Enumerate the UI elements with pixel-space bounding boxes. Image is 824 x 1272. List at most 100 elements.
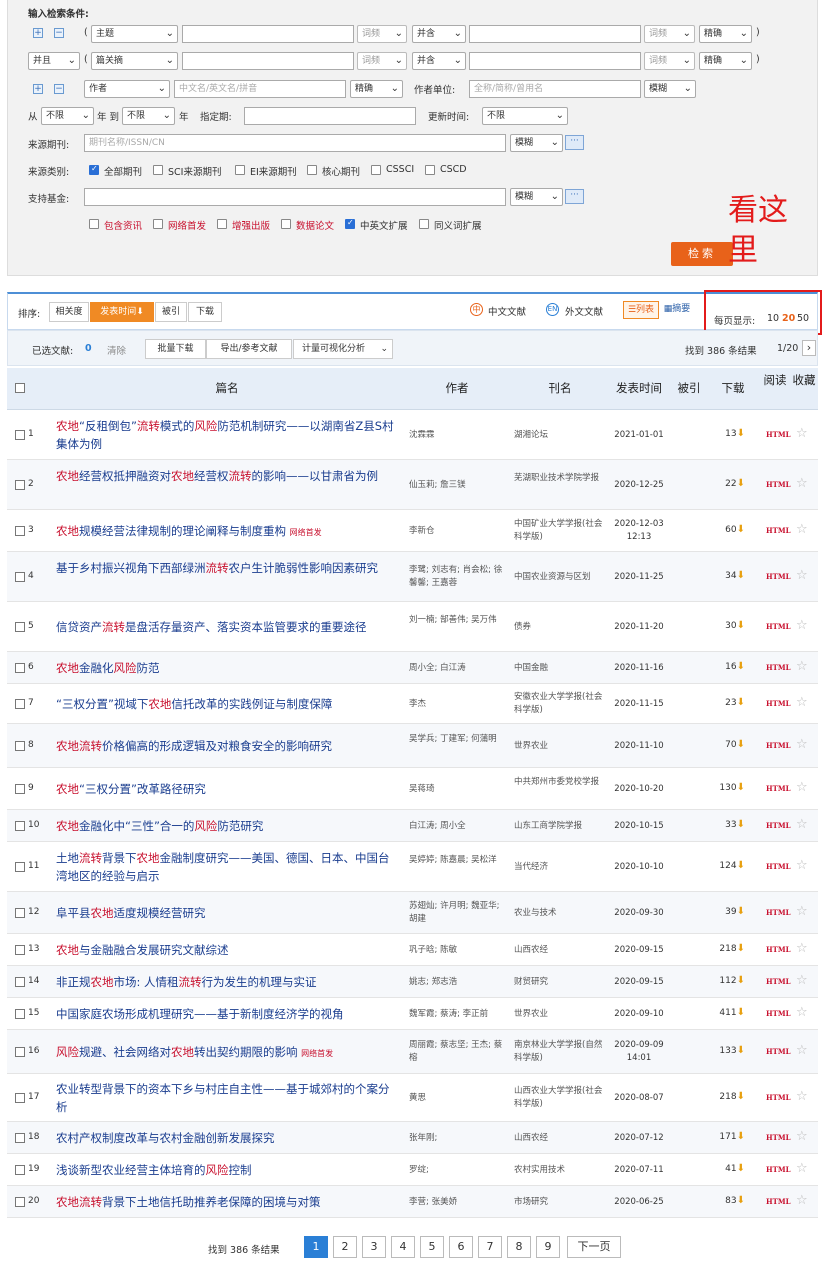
html-read-link[interactable]: HTML	[766, 1197, 791, 1206]
page-5-button[interactable]: 5	[420, 1236, 444, 1258]
op-select-2[interactable]: 并含 ⌄	[412, 52, 466, 70]
row-checkbox[interactable]	[15, 430, 25, 440]
download-count[interactable]: 33⬇	[707, 819, 745, 830]
download-icon[interactable]: ⬇	[737, 1131, 745, 1142]
favorite-star-icon[interactable]: ☆	[796, 695, 808, 710]
article-title-link[interactable]: 农地“三权分置”改革路径研究	[56, 780, 400, 798]
freq-select-1[interactable]: 词频 ⌄	[357, 25, 407, 43]
journal-link[interactable]: 世界农业	[514, 1008, 606, 1021]
row-checkbox[interactable]	[15, 1093, 25, 1103]
html-read-link[interactable]: HTML	[766, 622, 791, 631]
article-title-link[interactable]: 中国家庭农场形成机理研究——基于新制度经济学的视角	[56, 1005, 400, 1023]
author-link[interactable]: 巩子晗; 陈敏	[409, 944, 505, 957]
cb-core[interactable]	[307, 165, 317, 175]
download-icon[interactable]: ⬇	[737, 661, 745, 672]
favorite-star-icon[interactable]: ☆	[796, 476, 808, 491]
html-read-link[interactable]: HTML	[766, 1047, 791, 1056]
fund-more-icon[interactable]: ···	[565, 189, 584, 204]
cb-enhanced[interactable]	[217, 219, 227, 229]
journal-link[interactable]: 湖湘论坛	[514, 429, 606, 442]
add-row-icon[interactable]: +	[33, 28, 43, 38]
author-link[interactable]: 白江涛; 周小全	[409, 820, 505, 833]
remove-author-icon[interactable]: −	[54, 84, 64, 94]
journal-link[interactable]: 山西农经	[514, 944, 606, 957]
row-checkbox[interactable]	[15, 1197, 25, 1207]
row-checkbox[interactable]	[15, 663, 25, 673]
to-year-select[interactable]: 不限 ⌄	[122, 107, 175, 125]
from-year-select[interactable]: 不限 ⌄	[41, 107, 94, 125]
article-title-link[interactable]: 非正规农地市场: 人情租流转行为发生的机理与实证	[56, 973, 400, 991]
favorite-star-icon[interactable]: ☆	[796, 618, 808, 633]
favorite-star-icon[interactable]: ☆	[796, 1129, 808, 1144]
article-title-link[interactable]: 土地流转背景下农地金融制度研究——美国、德国、日本、中国台湾地区的经验与启示	[56, 849, 400, 885]
cb-cssci[interactable]	[371, 165, 381, 175]
html-read-link[interactable]: HTML	[766, 430, 791, 439]
unit-input[interactable]: 全称/简称/曾用名	[469, 80, 641, 98]
row-checkbox[interactable]	[15, 1047, 25, 1057]
row-checkbox[interactable]	[15, 1165, 25, 1175]
journal-link[interactable]: 农村实用技术	[514, 1164, 606, 1177]
favorite-star-icon[interactable]: ☆	[796, 659, 808, 674]
html-read-link[interactable]: HTML	[766, 977, 791, 986]
download-count[interactable]: 83⬇	[707, 1195, 745, 1206]
html-read-link[interactable]: HTML	[766, 699, 791, 708]
download-icon[interactable]: ⬇	[737, 906, 745, 917]
download-count[interactable]: 124⬇	[707, 860, 745, 871]
html-read-link[interactable]: HTML	[766, 741, 791, 750]
page-8-button[interactable]: 8	[507, 1236, 531, 1258]
journal-link[interactable]: 农业与技术	[514, 907, 606, 920]
author-link[interactable]: 吴蒋琦	[409, 783, 505, 796]
article-title-link[interactable]: 农地经营权抵押融资对农地经营权流转的影响——以甘肃省为例	[56, 467, 400, 485]
download-icon[interactable]: ⬇	[737, 943, 745, 954]
cb-all-journals[interactable]	[89, 164, 99, 175]
row-checkbox[interactable]	[15, 1133, 25, 1143]
download-icon[interactable]: ⬇	[737, 1091, 745, 1102]
article-title-link[interactable]: 农业转型背景下的资本下乡与村庄自主性——基于城郊村的个案分析	[56, 1080, 400, 1116]
journal-link[interactable]: 南京林业大学学报(自然科学版)	[514, 1039, 606, 1065]
list-view-button[interactable]: ☰列表	[623, 301, 659, 319]
batch-download-button[interactable]: 批量下载	[145, 339, 206, 359]
download-icon[interactable]: ⬇	[737, 570, 745, 581]
download-count[interactable]: 16⬇	[707, 661, 745, 672]
favorite-star-icon[interactable]: ☆	[796, 817, 808, 832]
cb-synonym[interactable]	[419, 219, 429, 229]
header-journal[interactable]: 刊名	[530, 380, 590, 396]
author-link[interactable]: 姚志; 郑志浩	[409, 976, 505, 989]
author-link[interactable]: 刘一楠; 郜善伟; 吴万伟	[409, 614, 505, 627]
add-author-icon[interactable]: +	[33, 84, 43, 94]
match-select-1[interactable]: 精确 ⌄	[699, 25, 752, 43]
download-count[interactable]: 133⬇	[707, 1045, 745, 1056]
export-button[interactable]: 导出/参考文献	[206, 339, 292, 359]
row-checkbox[interactable]	[15, 526, 25, 536]
article-title-link[interactable]: 农地流转价格偏高的形成逻辑及对粮食安全的影响研究	[56, 737, 400, 755]
favorite-star-icon[interactable]: ☆	[796, 1005, 808, 1020]
author-link[interactable]: 仙玉莉; 詹三镁	[409, 479, 505, 492]
cb-data-paper[interactable]	[281, 219, 291, 229]
row-checkbox[interactable]	[15, 480, 25, 490]
keyword-input-3[interactable]	[182, 52, 354, 70]
update-select[interactable]: 不限 ⌄	[482, 107, 568, 125]
journal-link[interactable]: 中国农业资源与区划	[514, 571, 606, 584]
journal-link[interactable]: 中国金融	[514, 662, 606, 675]
download-count[interactable]: 23⬇	[707, 697, 745, 708]
download-icon[interactable]: ⬇	[737, 524, 745, 535]
download-icon[interactable]: ⬇	[737, 1045, 745, 1056]
download-icon[interactable]: ⬇	[737, 620, 745, 631]
download-count[interactable]: 22⬇	[707, 478, 745, 489]
logic-select[interactable]: 并且 ⌄	[28, 52, 80, 70]
download-icon[interactable]: ⬇	[737, 1007, 745, 1018]
page-2-button[interactable]: 2	[333, 1236, 357, 1258]
download-icon[interactable]: ⬇	[737, 860, 745, 871]
favorite-star-icon[interactable]: ☆	[796, 1089, 808, 1104]
journal-link[interactable]: 市场研究	[514, 1196, 606, 1209]
author-input[interactable]: 中文名/英文名/拼音	[174, 80, 346, 98]
download-count[interactable]: 112⬇	[707, 975, 745, 986]
favorite-star-icon[interactable]: ☆	[796, 426, 808, 441]
journal-link[interactable]: 中共郑州市委党校学报	[514, 776, 606, 789]
favorite-star-icon[interactable]: ☆	[796, 858, 808, 873]
author-link[interactable]: 吴学兵; 丁建军; 何蒲明	[409, 733, 505, 746]
freq-select-4[interactable]: 词频 ⌄	[644, 52, 695, 70]
favorite-star-icon[interactable]: ☆	[796, 973, 808, 988]
favorite-star-icon[interactable]: ☆	[796, 780, 808, 795]
html-read-link[interactable]: HTML	[766, 945, 791, 954]
